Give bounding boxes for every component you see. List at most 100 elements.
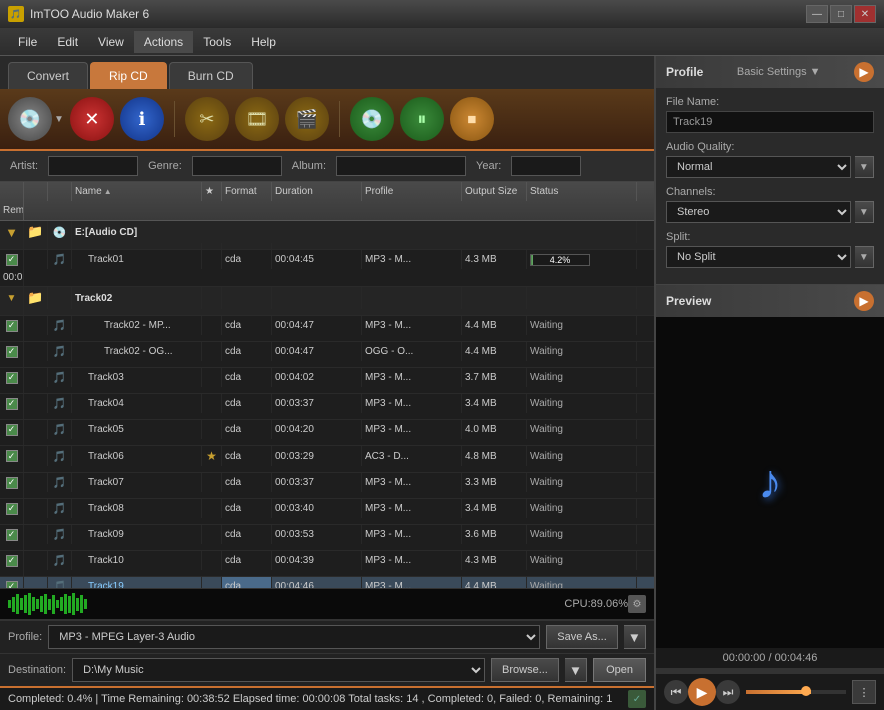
volume-bar[interactable] [746, 690, 846, 694]
split-select-row: No Split ▼ [666, 246, 874, 268]
profile-select[interactable]: MP3 - MPEG Layer-3 Audio [48, 625, 540, 649]
progress-bar: 4.2% [530, 254, 590, 266]
row-check[interactable] [0, 342, 24, 361]
row-check[interactable] [0, 368, 24, 387]
play-button[interactable]: ▶ [688, 678, 716, 706]
track-checkbox[interactable] [6, 398, 18, 410]
film-button[interactable]: 🎞 [235, 97, 279, 141]
col-status[interactable]: Status [527, 182, 637, 201]
cd-dropdown-arrow[interactable]: ▼ [54, 114, 64, 125]
maximize-button[interactable]: □ [830, 5, 852, 23]
menu-tools[interactable]: Tools [193, 31, 241, 53]
track-checkbox[interactable] [6, 320, 18, 332]
fast-forward-button[interactable]: ⏭ [716, 680, 740, 704]
disc-button[interactable]: 💿 [350, 97, 394, 141]
browse-dropdown-button[interactable]: ▼ [565, 658, 587, 682]
film2-button[interactable]: 🎬 [285, 97, 329, 141]
audio-quality-dropdown-icon[interactable]: ▼ [855, 156, 874, 178]
menu-edit[interactable]: Edit [47, 31, 88, 53]
expand-icon[interactable]: ▼ [5, 225, 18, 240]
album-input[interactable] [336, 156, 466, 176]
row-check[interactable] [0, 316, 24, 335]
row-star[interactable]: ★ [202, 446, 222, 466]
track-checkbox[interactable] [6, 346, 18, 358]
browse-button[interactable]: Browse... [491, 658, 559, 682]
status-info-icon[interactable]: ✓ [628, 690, 646, 708]
menu-file[interactable]: File [8, 31, 47, 53]
destination-select[interactable]: D:\My Music [72, 658, 485, 682]
cd-dropdown[interactable]: 💿 ▼ [8, 97, 64, 141]
row-audio-icon: 🎵 [48, 525, 72, 544]
col-duration[interactable]: Duration [272, 182, 362, 201]
row-check[interactable] [0, 473, 24, 492]
cpu-settings-icon[interactable]: ⚙ [628, 595, 646, 613]
save-as-button[interactable]: Save As... [546, 625, 618, 649]
channels-dropdown-icon[interactable]: ▼ [855, 201, 874, 223]
table-row: 🎵 Track09 cda 00:03:53 MP3 - M... 3.6 MB… [0, 525, 654, 551]
track-checkbox[interactable] [6, 372, 18, 384]
row-icon [24, 473, 48, 492]
row-check[interactable] [0, 446, 24, 466]
scissors-button[interactable]: ✂ [185, 97, 229, 141]
menu-view[interactable]: View [88, 31, 134, 53]
track-checkbox[interactable] [6, 424, 18, 436]
tab-rip-cd[interactable]: Rip CD [90, 62, 167, 89]
preview-video-area: ♪ [656, 317, 884, 648]
basic-settings-dropdown[interactable]: Basic Settings ▼ [737, 66, 821, 78]
cd-button[interactable]: 💿 [8, 97, 52, 141]
filename-input[interactable] [666, 111, 874, 133]
tab-burn-cd[interactable]: Burn CD [169, 62, 253, 89]
track-checkbox[interactable] [6, 555, 18, 567]
open-button[interactable]: Open [593, 658, 646, 682]
col-format[interactable]: Format [222, 182, 272, 201]
pause-button[interactable]: ⏸ [400, 97, 444, 141]
minimize-button[interactable]: — [806, 5, 828, 23]
col-remaining[interactable]: Remaining Time [0, 201, 24, 220]
track-checkbox[interactable] [6, 581, 18, 589]
row-check[interactable] [0, 551, 24, 570]
row-profile: AC3 - D... [362, 446, 462, 466]
col-profile[interactable]: Profile [362, 182, 462, 201]
channels-select[interactable]: Stereo [666, 201, 851, 223]
profile-expand-button[interactable]: ▶ [854, 62, 874, 82]
destination-label: Destination: [8, 664, 66, 676]
col-size[interactable]: Output Size [462, 182, 527, 201]
preview-expand-button[interactable]: ▶ [854, 291, 874, 311]
extra-options-button[interactable]: ⋮ [852, 680, 876, 704]
menu-help[interactable]: Help [241, 31, 286, 53]
track-checkbox[interactable] [6, 450, 18, 462]
row-remaining [0, 492, 24, 498]
rewind-button[interactable]: ⏮ [664, 680, 688, 704]
tab-convert[interactable]: Convert [8, 62, 88, 89]
row-check[interactable] [0, 250, 24, 269]
expand-icon[interactable]: ▼ [7, 293, 17, 304]
track-checkbox[interactable] [6, 529, 18, 541]
menu-actions[interactable]: Actions [134, 31, 193, 53]
audio-quality-select[interactable]: Normal [666, 156, 851, 178]
split-select[interactable]: No Split [666, 246, 851, 268]
stop-button[interactable]: ⏹ [450, 97, 494, 141]
year-input[interactable] [511, 156, 581, 176]
row-check[interactable] [0, 577, 24, 588]
table-row: ▼ 📁 💿 E:[Audio CD] [0, 221, 654, 250]
table-row-selected[interactable]: 🎵 Track19 cda 00:04:46 MP3 - M... 4.4 MB… [0, 577, 654, 588]
col-name[interactable]: Name [72, 182, 202, 201]
row-expand[interactable]: ▼ [0, 287, 24, 309]
row-check[interactable] [0, 499, 24, 518]
save-dropdown-button[interactable]: ▼ [624, 625, 646, 649]
remove-button[interactable]: ✕ [70, 97, 114, 141]
split-dropdown-icon[interactable]: ▼ [855, 246, 874, 268]
track-checkbox[interactable] [6, 254, 18, 266]
track-checkbox[interactable] [6, 477, 18, 489]
seek-bar[interactable] [656, 668, 884, 674]
close-button[interactable]: ✕ [854, 5, 876, 23]
track-checkbox[interactable] [6, 503, 18, 515]
row-check[interactable] [0, 394, 24, 413]
genre-input[interactable] [192, 156, 282, 176]
row-check[interactable] [0, 525, 24, 544]
volume-thumb[interactable] [801, 686, 811, 696]
info-button[interactable]: ℹ [120, 97, 164, 141]
star-icon[interactable]: ★ [206, 449, 217, 463]
artist-input[interactable] [48, 156, 138, 176]
row-check[interactable] [0, 420, 24, 439]
